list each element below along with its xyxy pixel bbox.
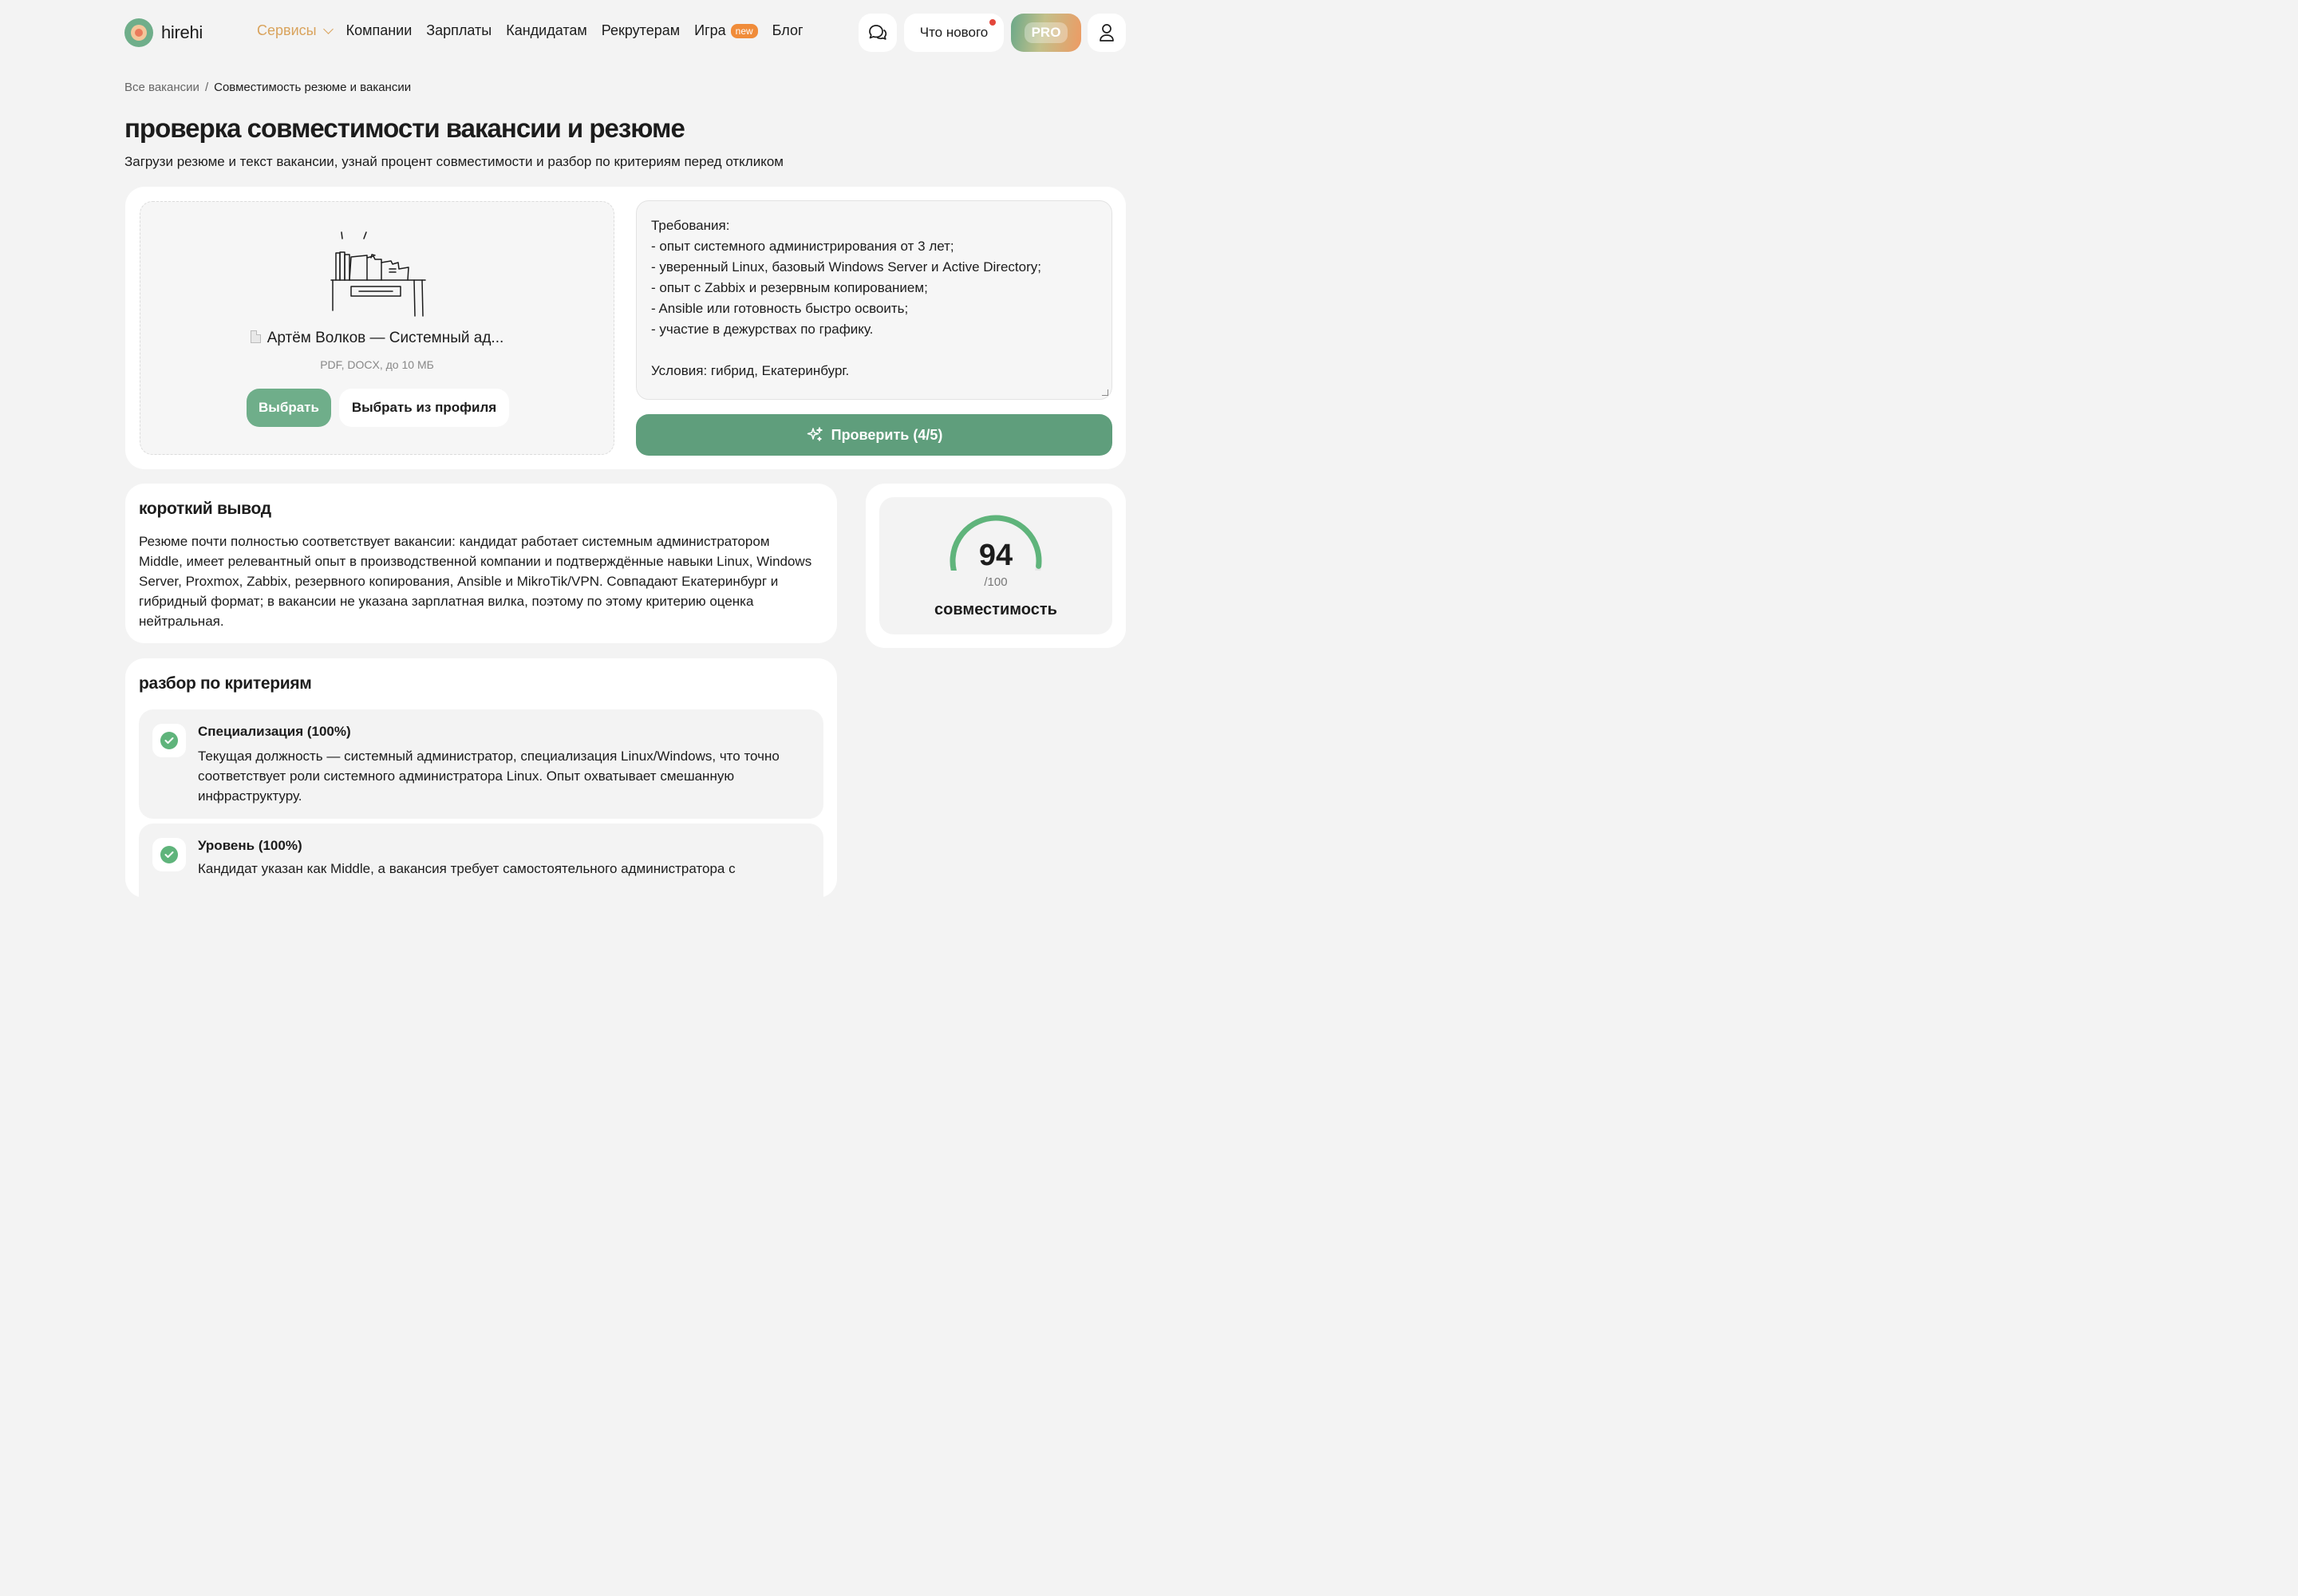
vacancy-text-line xyxy=(651,340,1097,361)
logo-text: hirehi xyxy=(161,22,203,42)
criteria-item-title: Уровень (100%) xyxy=(198,838,302,853)
check-button-label: Проверить (4/5) xyxy=(831,426,943,443)
check-icon xyxy=(160,732,178,749)
nav-item-label: Рекрутерам xyxy=(601,22,681,38)
page-subtitle: Загрузи резюме и текст вакансии, узнай п… xyxy=(124,154,784,169)
logo-icon xyxy=(124,18,153,47)
choose-file-button[interactable]: Выбрать xyxy=(247,389,331,427)
summary-text: Резюме почти полностью соответствует вак… xyxy=(139,534,812,629)
nav-item-salaries[interactable]: Зарплаты xyxy=(426,22,492,39)
summary-title: короткий вывод xyxy=(139,500,271,518)
whats-new-button[interactable]: Что нового xyxy=(904,14,1004,52)
nav-item-recruiters[interactable]: Рекрутерам xyxy=(602,22,680,39)
nav-item-label: Игра xyxy=(694,22,726,38)
criteria-title: разбор по критериям xyxy=(139,674,312,693)
sparkle-icon xyxy=(807,427,823,441)
nav-item-blog[interactable]: Блог xyxy=(772,22,804,39)
page: hirehi Сервисы Компании Зарплаты Кандида… xyxy=(0,0,1251,919)
file-format-hint: PDF, DOCX, до 10 МБ xyxy=(320,358,434,371)
resume-file-name: Артём Волков — Системный ад... xyxy=(140,330,614,347)
criteria-item: Специализация (100%) Текущая должность —… xyxy=(139,709,823,819)
check-icon xyxy=(160,846,178,863)
notification-dot xyxy=(989,19,996,26)
pro-button[interactable]: PRO xyxy=(1011,14,1081,52)
score-max: /100 xyxy=(984,575,1008,589)
vacancy-text-line: Условия: гибрид, Екатеринбург. xyxy=(651,363,850,378)
resume-dropzone[interactable]: Артём Волков — Системный ад... PDF, DOCX… xyxy=(140,201,614,455)
score-card: 94 /100 совместимость xyxy=(866,484,1126,648)
breadcrumb-separator: / xyxy=(204,81,209,94)
criteria-item-title: Специализация (100%) xyxy=(198,724,351,739)
profile-button[interactable] xyxy=(1088,14,1126,52)
chevron-down-icon xyxy=(322,23,334,34)
breadcrumb-link-all-vacancies[interactable]: Все вакансии xyxy=(124,81,199,94)
vacancy-text-line: - опыт системного администрирования от 3… xyxy=(651,239,954,254)
vacancy-text-line: - уверенный Linux, базовый Windows Serve… xyxy=(651,259,1041,275)
desk-illustration xyxy=(330,231,426,317)
vacancy-text-input[interactable]: Требования: - опыт системного администри… xyxy=(636,200,1112,400)
breadcrumb-current: Совместимость резюме и вакансии xyxy=(214,81,412,94)
nav-item-label: Сервисы xyxy=(257,22,317,38)
criteria-item: Уровень (100%) Кандидат указан как Middl… xyxy=(139,824,823,919)
nav-item-services[interactable]: Сервисы xyxy=(257,22,334,39)
page-title: проверка совместимости вакансии и резюме xyxy=(124,113,685,143)
whats-new-label: Что нового xyxy=(919,25,989,40)
file-name-text: Артём Волков — Системный ад... xyxy=(267,330,504,346)
criteria-item-desc: Кандидат указан как Middle, а вакансия т… xyxy=(198,861,736,876)
vacancy-text-line: - участие в дежурствах по графику. xyxy=(651,322,874,337)
nav-item-label: Кандидатам xyxy=(506,22,587,38)
chat-button[interactable] xyxy=(859,14,897,52)
nav-item-game[interactable]: Игра new xyxy=(694,22,758,39)
nav-item-label: Компании xyxy=(345,22,413,38)
pro-label: PRO xyxy=(1024,22,1068,43)
criteria-card: разбор по критериям Специализация (100%)… xyxy=(125,658,837,919)
chat-icon xyxy=(869,25,887,40)
vacancy-text-line: Требования: xyxy=(651,218,730,233)
new-badge: new xyxy=(730,23,758,38)
score-label: совместимость xyxy=(934,601,1057,618)
nav-item-candidates[interactable]: Кандидатам xyxy=(506,22,587,39)
score-value: 94 xyxy=(978,539,1013,572)
logo[interactable]: hirehi xyxy=(124,18,203,47)
vacancy-text-line: - Ansible или готовность быстро освоить; xyxy=(651,301,909,316)
input-card: Артём Волков — Системный ад... PDF, DOCX… xyxy=(125,187,1126,469)
document-icon xyxy=(250,330,261,343)
main-nav: Сервисы Компании Зарплаты Кандидатам Рек… xyxy=(257,22,804,39)
check-button[interactable]: Проверить (4/5) xyxy=(636,414,1112,456)
criteria-status xyxy=(152,838,186,871)
choose-from-profile-button[interactable]: Выбрать из профиля xyxy=(339,389,509,427)
nav-item-companies[interactable]: Компании xyxy=(346,22,413,39)
resize-handle[interactable] xyxy=(1102,389,1108,396)
nav-item-label: Зарплаты xyxy=(426,22,492,38)
score-panel: 94 /100 совместимость xyxy=(879,497,1112,634)
user-icon xyxy=(1100,24,1114,41)
breadcrumb: Все вакансии / Совместимость резюме и вака… xyxy=(124,81,411,94)
criteria-status xyxy=(152,724,186,757)
summary-card: короткий вывод Резюме почти полностью со… xyxy=(125,484,837,643)
vacancy-text-line: - опыт с Zabbix и резервным копированием… xyxy=(651,280,928,295)
nav-item-label: Блог xyxy=(772,22,804,38)
criteria-item-desc: Текущая должность — системный администра… xyxy=(198,749,780,804)
